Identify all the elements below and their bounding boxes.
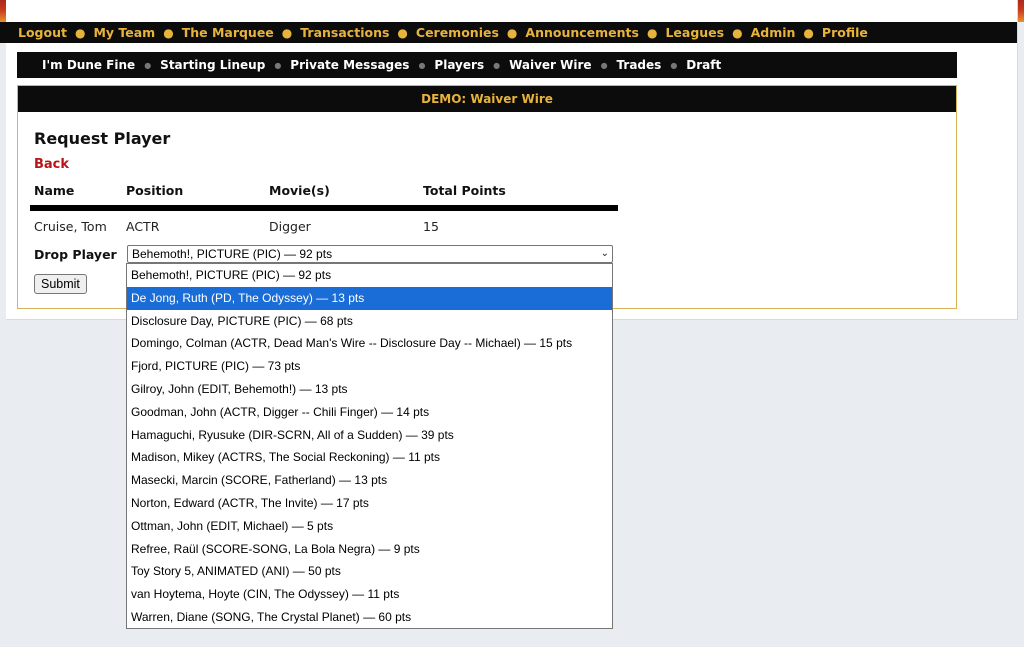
sub-nav-private-messages[interactable]: Private Messages: [290, 58, 409, 72]
submit-button[interactable]: Submit: [34, 274, 87, 294]
main-nav-my-team[interactable]: My Team: [93, 25, 155, 40]
main-nav-announcements[interactable]: Announcements: [525, 25, 639, 40]
sub-nav-separator-icon: ●: [274, 60, 282, 70]
player-name: Cruise, Tom: [34, 219, 107, 234]
drop-player-option[interactable]: Masecki, Marcin (SCORE, Fatherland) — 13…: [127, 469, 612, 492]
sub-nav-waiver-wire[interactable]: Waiver Wire: [509, 58, 591, 72]
drop-player-options-list: Behemoth!, PICTURE (PIC) — 92 pts De Jong…: [126, 263, 613, 629]
drop-player-option[interactable]: Disclosure Day, PICTURE (PIC) — 68 pts: [127, 310, 612, 333]
header-divider: [30, 205, 618, 211]
nav-separator-icon: ●: [397, 25, 408, 40]
drop-player-option[interactable]: Goodman, John (ACTR, Digger -- Chili Fin…: [127, 401, 612, 424]
sub-nav-separator-icon: ●: [600, 60, 608, 70]
sub-nav-draft[interactable]: Draft: [686, 58, 721, 72]
back-link[interactable]: Back: [34, 157, 69, 172]
sub-nav-i-m-dune-fine[interactable]: I'm Dune Fine: [42, 58, 135, 72]
page-title: Request Player: [34, 129, 171, 148]
sub-nav-trades[interactable]: Trades: [617, 58, 662, 72]
drop-player-option[interactable]: Madison, Mikey (ACTRS, The Social Reckon…: [127, 446, 612, 469]
main-nav-transactions[interactable]: Transactions: [300, 25, 389, 40]
main-nav-the-marquee[interactable]: The Marquee: [182, 25, 274, 40]
main-nav-leagues[interactable]: Leagues: [665, 25, 724, 40]
team-sub-nav: I'm Dune Fine ● Starting Lineup ● Private Me…: [17, 52, 957, 78]
sub-nav-separator-icon: ●: [493, 60, 501, 70]
drop-player-label: Drop Player: [34, 247, 117, 262]
drop-player-option[interactable]: van Hoytema, Hoyte (CIN, The Odyssey) — …: [127, 583, 612, 606]
sub-nav-separator-icon: ●: [670, 60, 678, 70]
drop-player-option[interactable]: Hamaguchi, Ryusuke (DIR-SCRN, All of a S…: [127, 424, 612, 447]
drop-player-option[interactable]: Toy Story 5, ANIMATED (ANI) — 50 pts: [127, 560, 612, 583]
drop-player-option[interactable]: Gilroy, John (EDIT, Behemoth!) — 13 pts: [127, 378, 612, 401]
main-nav-admin[interactable]: Admin: [751, 25, 796, 40]
player-movie: Digger: [269, 219, 311, 234]
drop-player-option[interactable]: Ottman, John (EDIT, Michael) — 5 pts: [127, 515, 612, 538]
drop-player-option[interactable]: Behemoth!, PICTURE (PIC) — 92 pts: [127, 264, 612, 287]
sub-nav-separator-icon: ●: [418, 60, 426, 70]
nav-separator-icon: ●: [506, 25, 518, 40]
nav-separator-icon: ●: [163, 25, 174, 40]
nav-separator-icon: ●: [646, 25, 658, 40]
drop-player-option[interactable]: Norton, Edward (ACTR, The Invite) — 17 p…: [127, 492, 612, 515]
main-nav-logout[interactable]: Logout: [18, 25, 67, 40]
player-total-points: 15: [423, 219, 439, 234]
drop-player-option[interactable]: Warren, Diane (SONG, The Crystal Planet)…: [127, 606, 612, 629]
nav-separator-icon: ●: [732, 25, 743, 40]
sub-nav-starting-lineup[interactable]: Starting Lineup: [160, 58, 265, 72]
player-position: ACTR: [126, 219, 160, 234]
nav-separator-icon: ●: [74, 25, 86, 40]
nav-separator-icon: ●: [281, 25, 293, 40]
drop-player-option[interactable]: Domingo, Colman (ACTR, Dead Man's Wire -…: [127, 332, 612, 355]
main-nav: Logout ● My Team ● The Marquee ● Transactions ●…: [0, 22, 1017, 43]
main-nav-ceremonies[interactable]: Ceremonies: [416, 25, 499, 40]
nav-separator-icon: ●: [803, 25, 814, 40]
drop-player-option[interactable]: De Jong, Ruth (PD, The Odyssey) — 13 pts: [127, 286, 612, 310]
column-header-total-points: Total Points: [423, 183, 506, 198]
chevron-down-icon: ⌄: [600, 248, 609, 259]
drop-player-select[interactable]: Behemoth!, PICTURE (PIC) — 92 pts ⌄: [127, 245, 613, 263]
main-nav-profile[interactable]: Profile: [822, 25, 868, 40]
drop-player-option[interactable]: Refree, Raül (SCORE-SONG, La Bola Negra)…: [127, 538, 612, 561]
drop-player-option[interactable]: Fjord, PICTURE (PIC) — 73 pts: [127, 355, 612, 378]
column-header-position: Position: [126, 183, 184, 198]
column-header-movies: Movie(s): [269, 183, 330, 198]
drop-player-selected-value: Behemoth!, PICTURE (PIC) — 92 pts: [132, 247, 333, 261]
section-header: DEMO: Waiver Wire: [18, 86, 956, 112]
column-header-name: Name: [34, 183, 75, 198]
sub-nav-separator-icon: ●: [144, 60, 152, 70]
sub-nav-players[interactable]: Players: [434, 58, 484, 72]
